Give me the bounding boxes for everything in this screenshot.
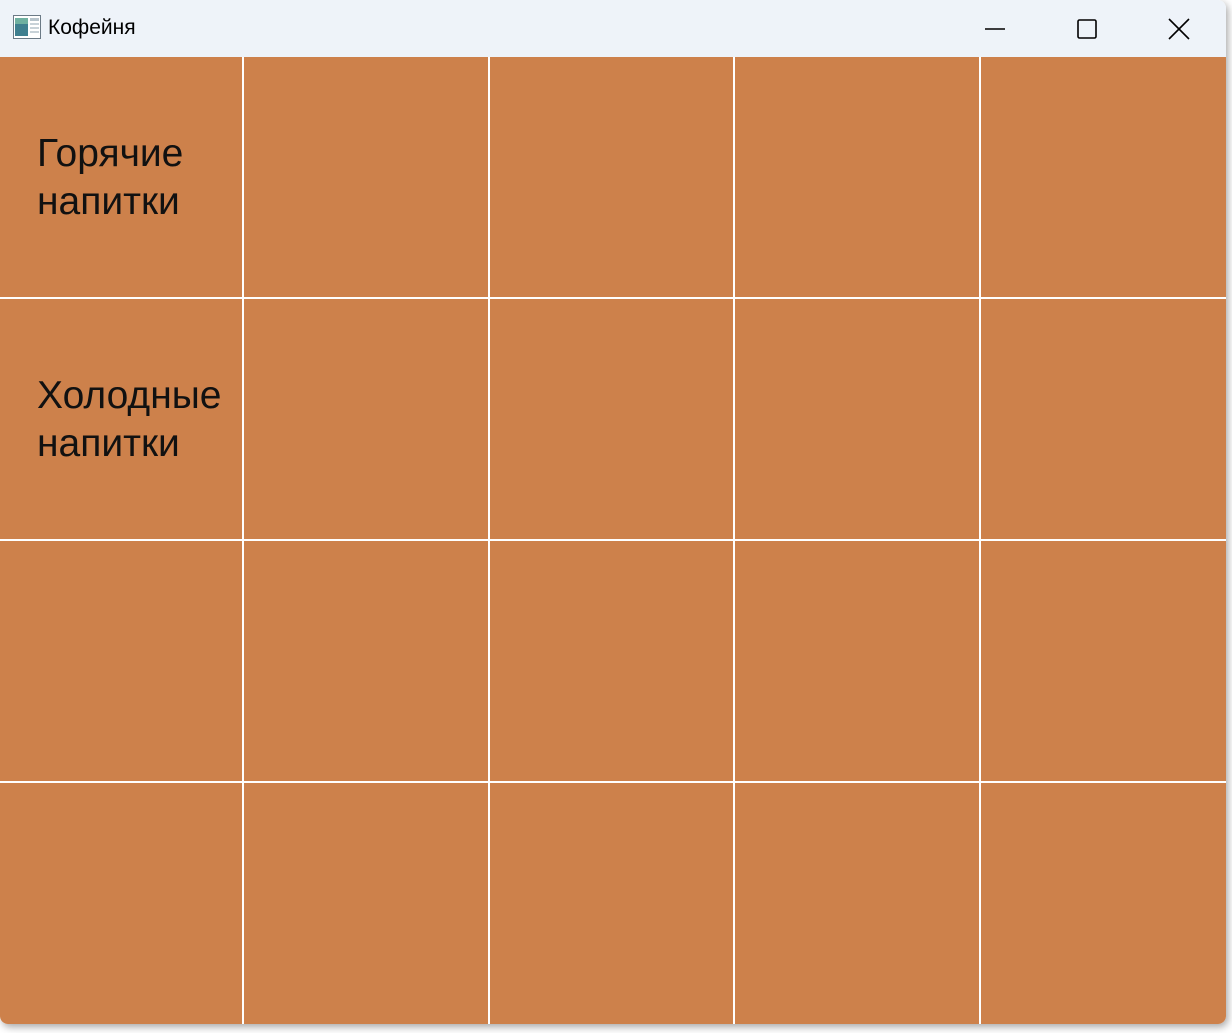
grid-cell[interactable] — [244, 299, 488, 539]
grid-cell[interactable] — [735, 299, 979, 539]
grid-cell[interactable] — [735, 541, 979, 781]
grid-cell[interactable] — [981, 299, 1226, 539]
grid-cell[interactable] — [735, 783, 979, 1024]
grid-cell[interactable] — [735, 57, 979, 297]
maximize-button[interactable] — [1041, 0, 1133, 57]
grid-cell-hot-drinks[interactable]: Горячие напитки — [0, 57, 242, 297]
maximize-icon — [1077, 18, 1097, 39]
grid-cell[interactable] — [244, 57, 488, 297]
grid-cell[interactable] — [0, 541, 242, 781]
cold-drinks-label: Холодные напитки — [37, 374, 222, 465]
close-button[interactable] — [1133, 0, 1225, 57]
menu-grid: Горячие напитки Холодные напитки — [0, 57, 1226, 1024]
grid-cell[interactable] — [981, 783, 1226, 1024]
window-title: Кофейня — [48, 16, 136, 39]
hot-drinks-label: Горячие напитки — [37, 132, 184, 223]
grid-cell[interactable] — [490, 57, 733, 297]
minimize-icon — [985, 27, 1005, 30]
grid-cell[interactable] — [490, 783, 733, 1024]
app-window: Кофейня Горячие напитки Холодные напитки — [0, 0, 1226, 1024]
minimize-button[interactable] — [949, 0, 1041, 57]
grid-cell-cold-drinks[interactable]: Холодные напитки — [0, 299, 242, 539]
grid-cell[interactable] — [244, 783, 488, 1024]
grid-cell[interactable] — [0, 783, 242, 1024]
grid-cell[interactable] — [490, 541, 733, 781]
grid-cell[interactable] — [981, 57, 1226, 297]
app-window-icon — [13, 15, 41, 39]
grid-cell[interactable] — [490, 299, 733, 539]
close-icon — [1168, 17, 1190, 40]
grid-cell[interactable] — [981, 541, 1226, 781]
title-bar[interactable]: Кофейня — [0, 0, 1226, 57]
grid-cell[interactable] — [244, 541, 488, 781]
